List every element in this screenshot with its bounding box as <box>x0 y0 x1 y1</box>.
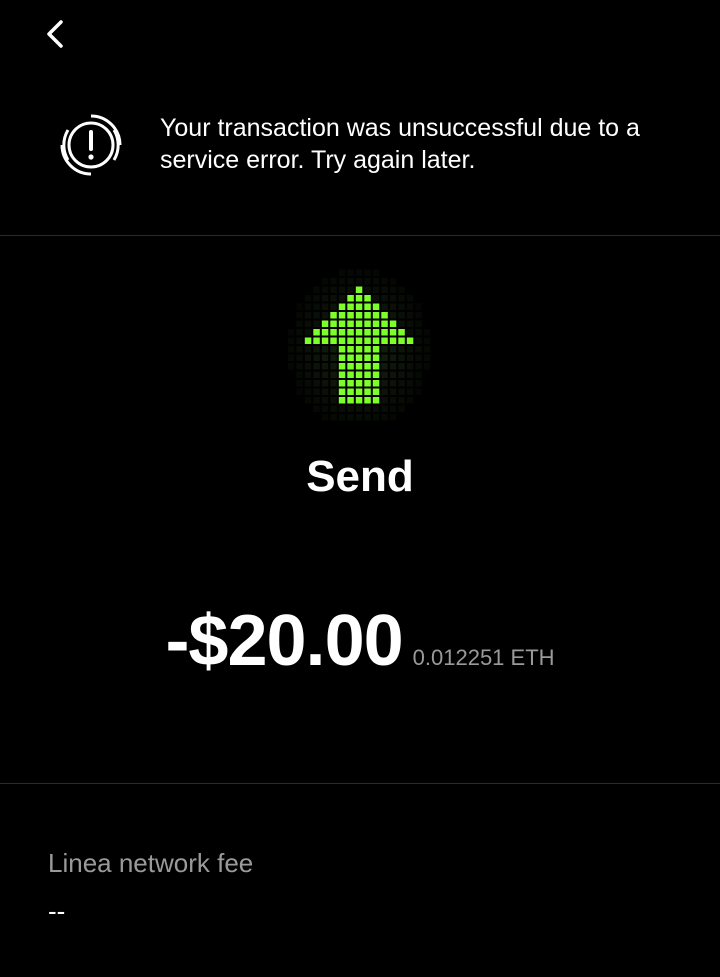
send-arrow-up-icon <box>285 266 435 426</box>
amount-fiat: -$20.00 <box>165 601 403 681</box>
alert-refresh-icon <box>56 110 126 180</box>
back-button[interactable] <box>36 14 76 54</box>
divider <box>0 783 720 784</box>
chevron-left-icon <box>47 20 63 48</box>
network-fee-value: -- <box>48 896 66 926</box>
error-banner: Your transaction was unsuccessful due to… <box>0 96 720 236</box>
error-message: Your transaction was unsuccessful due to… <box>160 114 640 174</box>
transaction-type-label: Send <box>306 452 414 501</box>
amount-crypto: 0.012251 ETH <box>412 645 555 670</box>
divider <box>0 235 720 236</box>
amount-row: -$20.00 0.012251 ETH <box>0 600 720 682</box>
network-fee-label: Linea network fee <box>48 848 254 878</box>
